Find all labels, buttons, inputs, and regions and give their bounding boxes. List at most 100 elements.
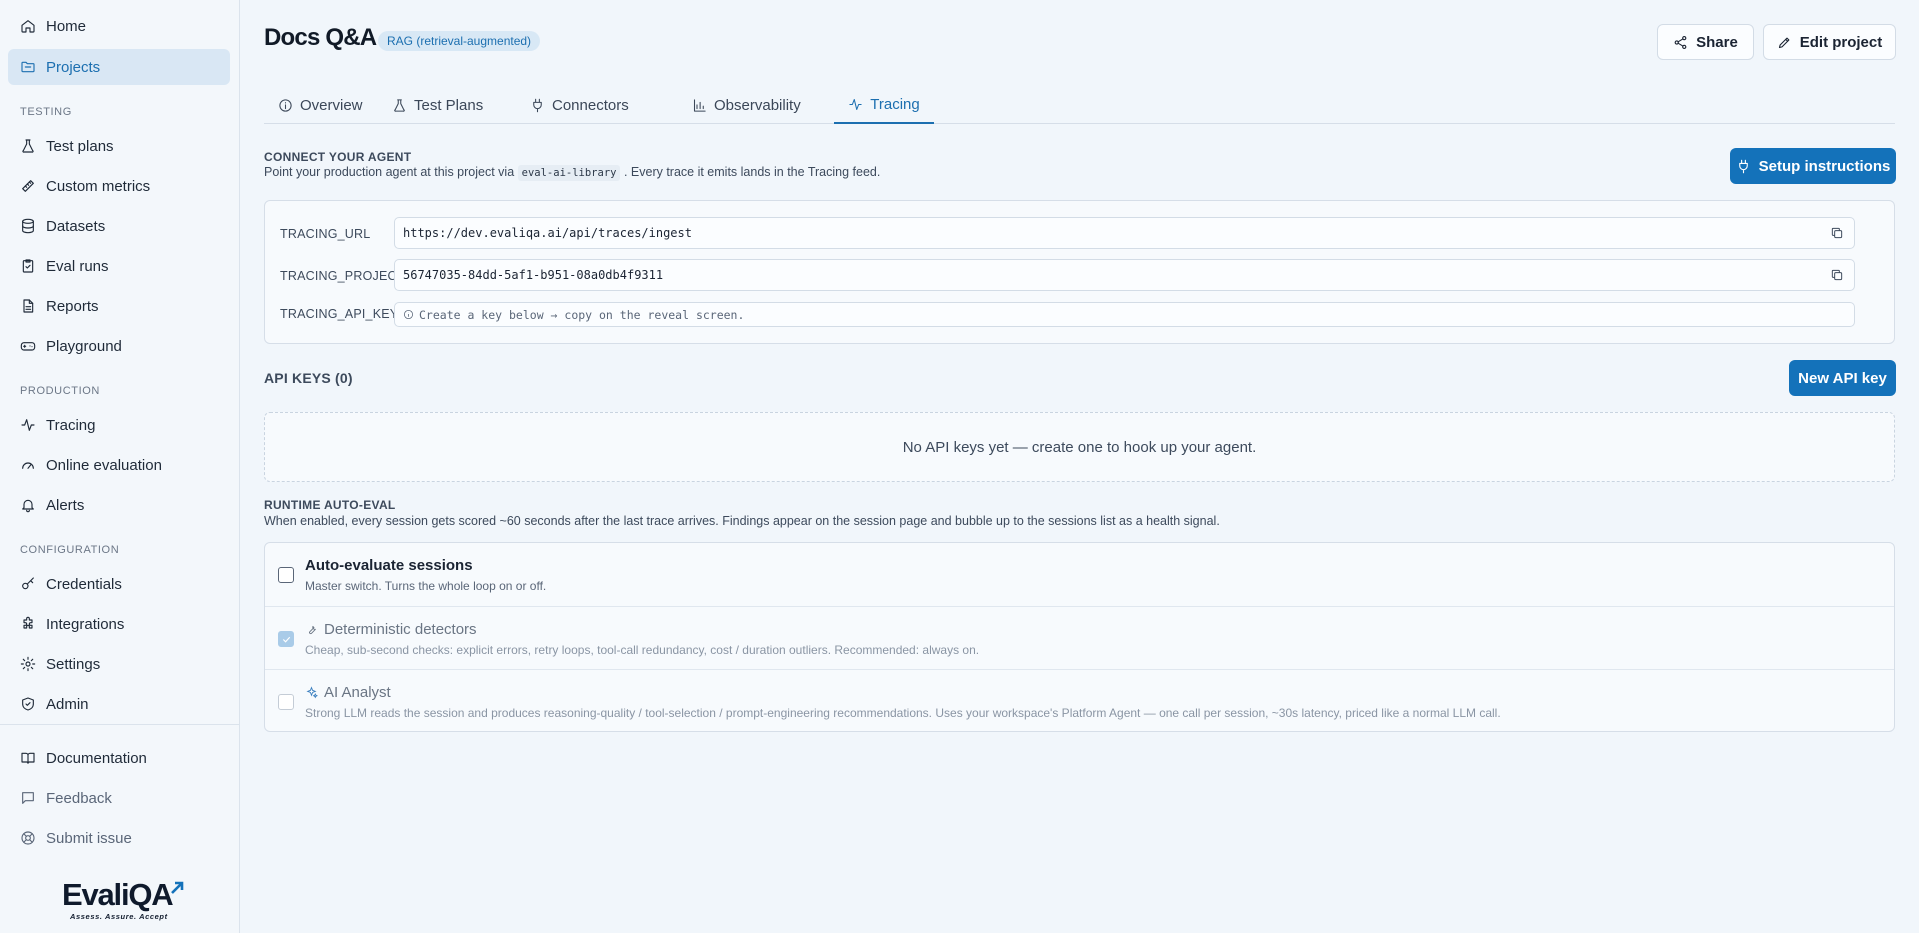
clipboard-check-icon: [20, 258, 36, 274]
share-icon: [1674, 35, 1687, 49]
env-key-tracing-url: TRACING_URL: [280, 227, 371, 241]
sidebar-item-label: Submit issue: [46, 829, 132, 847]
sidebar-item-label: Online evaluation: [46, 456, 162, 474]
sidebar-item-datasets[interactable]: Datasets: [8, 208, 230, 244]
sidebar-item-playground[interactable]: Playground: [8, 328, 230, 364]
sidebar-item-home[interactable]: Home: [8, 8, 230, 44]
tab-label: Test Plans: [414, 96, 484, 114]
edit-project-label: Edit project: [1799, 33, 1883, 51]
bell-icon: [20, 497, 36, 513]
logo-word: EvaliQA: [62, 877, 174, 912]
copy-icon[interactable]: [1830, 226, 1844, 240]
tracing-project-value: 56747035-84dd-5af1-b951-08a0db4f9311: [403, 268, 664, 282]
auto-evaluate-checkbox[interactable]: [278, 567, 294, 583]
shield-check-icon: [20, 696, 36, 712]
tracing-project-field[interactable]: 56747035-84dd-5af1-b951-08a0db4f9311: [394, 259, 1855, 291]
runtime-auto-eval-title: RUNTIME AUTO-EVAL: [264, 498, 396, 512]
gear-icon: [20, 656, 36, 672]
sidebar-item-label: Eval runs: [46, 257, 109, 275]
sidebar-item-integrations[interactable]: Integrations: [8, 606, 230, 642]
sidebar-item-eval-runs[interactable]: Eval runs: [8, 248, 230, 284]
sidebar-item-credentials[interactable]: Credentials: [8, 566, 230, 602]
share-button[interactable]: Share: [1657, 24, 1754, 60]
sidebar-item-reports[interactable]: Reports: [8, 288, 230, 324]
deterministic-detectors-description: Cheap, sub-second checks: explicit error…: [305, 643, 980, 657]
sidebar-item-settings[interactable]: Settings: [8, 646, 230, 682]
sidebar-item-label: Documentation: [46, 749, 147, 767]
folder-icon: [20, 59, 36, 75]
ai-analyst-label: AI Analyst: [324, 684, 391, 701]
lifebuoy-icon: [20, 830, 36, 846]
sidebar-item-label: Integrations: [46, 615, 125, 633]
deterministic-detectors-option: Deterministic detectors Cheap, sub-secon…: [265, 606, 1894, 669]
check-icon: [282, 636, 290, 643]
setup-instructions-button[interactable]: Setup instructions: [1730, 148, 1896, 184]
sidebar-item-admin[interactable]: Admin: [8, 686, 230, 722]
message-icon: [20, 790, 36, 806]
deterministic-detectors-title: Deterministic detectors: [305, 621, 477, 638]
env-key-tracing-project: TRACING_PROJECT: [280, 269, 405, 283]
ai-analyst-checkbox[interactable]: [278, 694, 294, 710]
tracing-url-value: https://dev.evaliqa.ai/api/traces/ingest: [403, 226, 692, 240]
tab-test-plans[interactable]: Test Plans: [388, 86, 487, 124]
sidebar-item-test-plans[interactable]: Test plans: [8, 128, 230, 164]
tab-label: Overview: [300, 96, 363, 114]
flask-icon: [394, 98, 405, 112]
sidebar-item-label: Custom metrics: [46, 177, 151, 195]
sidebar-item-projects[interactable]: Projects: [8, 49, 230, 85]
sidebar: Home Projects TESTING Test plans Custom …: [0, 0, 240, 933]
env-key-tracing-api-key: TRACING_API_KEY: [280, 307, 399, 321]
sidebar-item-tracing[interactable]: Tracing: [8, 407, 230, 443]
connect-desc-text-end: . Every trace it emits lands in the Trac…: [623, 165, 881, 179]
book-icon: [20, 750, 36, 766]
tab-overview[interactable]: Overview: [274, 86, 367, 124]
sidebar-divider: [0, 724, 239, 725]
copy-icon[interactable]: [1830, 268, 1844, 282]
sidebar-item-label: Tracing: [46, 416, 96, 434]
tracing-api-key-field: Create a key below → copy on the reveal …: [394, 302, 1855, 327]
project-tabs: Overview Test Plans Connectors Observabi…: [264, 86, 1895, 124]
library-code-chip: eval-ai-library: [517, 165, 621, 181]
sidebar-item-label: Alerts: [46, 496, 85, 514]
evaliqa-logo: EvaliQA Assess. Assure. Accept: [62, 877, 187, 926]
api-keys-empty-text: No API keys yet — create one to hook up …: [902, 438, 1257, 456]
sidebar-item-label: Test plans: [46, 137, 114, 155]
ai-analyst-option: AI Analyst Strong LLM reads the session …: [265, 669, 1894, 732]
flask-icon: [20, 138, 36, 154]
sidebar-item-label: Feedback: [46, 789, 112, 807]
activity-icon: [20, 417, 36, 433]
sidebar-item-label: Settings: [46, 655, 101, 673]
share-label: Share: [1696, 33, 1738, 51]
activity-icon: [849, 98, 862, 110]
tab-label: Observability: [714, 96, 801, 114]
new-api-key-button[interactable]: New API key: [1789, 360, 1896, 396]
sidebar-item-label: Admin: [46, 695, 89, 713]
tab-connectors[interactable]: Connectors: [526, 86, 633, 124]
new-api-key-label: New API key: [1798, 369, 1887, 387]
auto-evaluate-option: Auto-evaluate sessions Master switch. Tu…: [265, 543, 1894, 606]
sidebar-item-label: Datasets: [46, 217, 106, 235]
tab-label: Connectors: [552, 96, 629, 114]
main-content: Docs Q&A RAG (retrieval-augmented) Share…: [240, 0, 1919, 933]
connect-desc-text: Point your production agent at this proj…: [264, 165, 515, 179]
sidebar-item-online-evaluation[interactable]: Online evaluation: [8, 447, 230, 483]
tracing-url-field[interactable]: https://dev.evaliqa.ai/api/traces/ingest: [394, 217, 1855, 249]
sidebar-item-feedback[interactable]: Feedback: [8, 780, 230, 816]
deterministic-detectors-checkbox[interactable]: [278, 631, 294, 647]
gauge-icon: [20, 457, 36, 473]
connect-agent-description: Point your production agent at this proj…: [264, 165, 881, 181]
sidebar-item-documentation[interactable]: Documentation: [8, 740, 230, 776]
tab-observability[interactable]: Observability: [688, 86, 805, 124]
sidebar-item-submit-issue[interactable]: Submit issue: [8, 820, 230, 856]
runtime-auto-eval-description: When enabled, every session gets scored …: [264, 514, 1220, 528]
api-key-hint: Create a key below → copy on the reveal …: [403, 308, 744, 322]
tab-label: Tracing: [870, 95, 920, 113]
edit-project-button[interactable]: Edit project: [1763, 24, 1896, 60]
sidebar-item-alerts[interactable]: Alerts: [8, 487, 230, 523]
sidebar-item-custom-metrics[interactable]: Custom metrics: [8, 168, 230, 204]
file-icon: [20, 298, 36, 314]
section-label-configuration: CONFIGURATION: [20, 544, 120, 556]
section-label-testing: TESTING: [20, 106, 72, 118]
tab-tracing[interactable]: Tracing: [834, 86, 934, 124]
sidebar-item-label: Home: [46, 17, 87, 35]
